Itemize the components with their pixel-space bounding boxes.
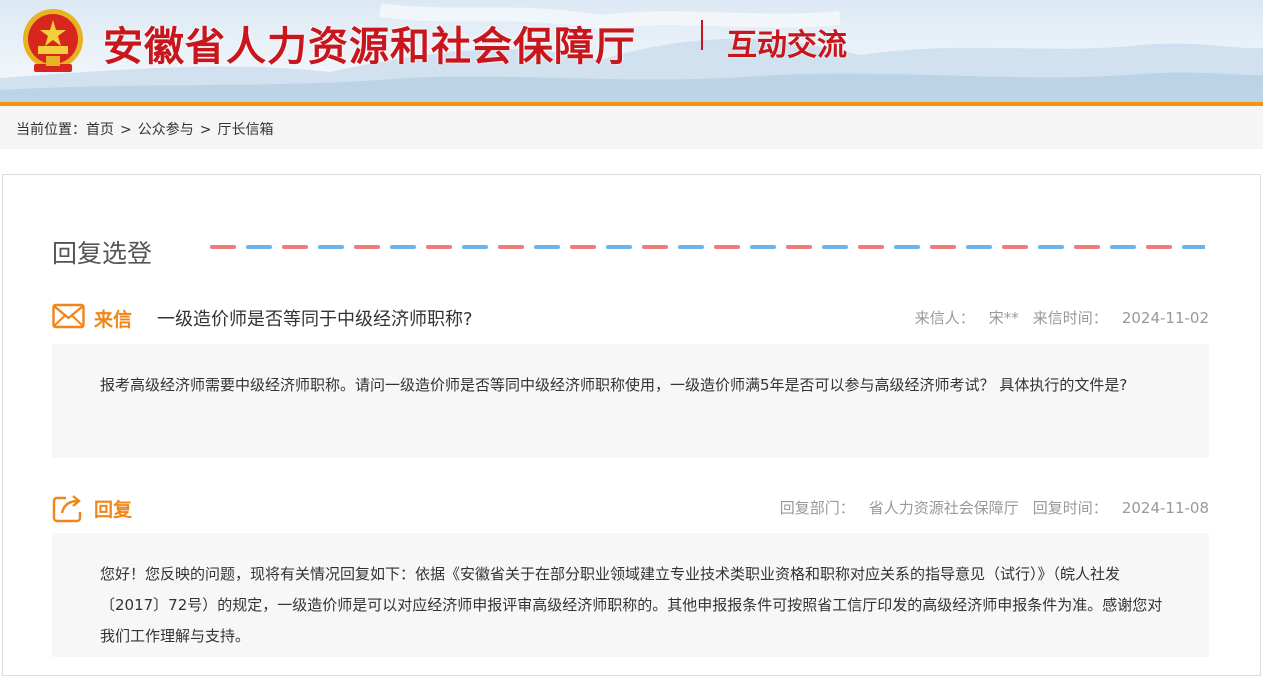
breadcrumb-separator: >: [199, 122, 212, 138]
letter-date-label: 来信时间：: [1032, 309, 1108, 327]
reply-body: 您好！您反映的问题，现将有关情况回复如下：依据《安徽省关于在部分职业领域建立专业…: [100, 565, 1163, 645]
reply-date: 2024-11-08: [1121, 499, 1209, 517]
section-title: 互动交流: [727, 28, 847, 63]
letter-body-box: 报考高级经济师需要中级经济师职称。请问一级造价师是否等同中级经济师职称使用，一级…: [52, 344, 1209, 458]
reply-date-label: 回复时间：: [1032, 499, 1108, 517]
breadcrumb: 当前位置：首页 > 公众参与 > 厅长信箱: [0, 106, 1263, 149]
breadcrumb-prefix: 当前位置：: [16, 122, 86, 138]
envelope-icon: [52, 303, 85, 329]
title-divider: [701, 20, 703, 50]
site-title: 安徽省人力资源和社会保障厅: [103, 24, 636, 70]
letter-body: 报考高级经济师需要中级经济师职称。请问一级造价师是否等同中级经济师职称使用，一级…: [100, 376, 1128, 394]
airmail-dashed-divider: [210, 245, 1205, 249]
breadcrumb-home[interactable]: 首页: [86, 122, 114, 138]
sender-label: 来信人：: [914, 309, 975, 327]
reply-dept: 省人力资源社会保障厅: [868, 499, 1019, 517]
sender-name: 宋**: [988, 309, 1019, 327]
breadcrumb-public-participation[interactable]: 公众参与: [138, 122, 194, 138]
share-reply-icon: [52, 495, 82, 523]
letter-subject: 一级造价师是否等同于中级经济师职称?: [157, 309, 473, 330]
letter-meta: 来信人： 宋** 来信时间： 2024-11-02: [915, 307, 1209, 328]
reply-header: 回复 回复部门： 省人力资源社会保障厅 回复时间： 2024-11-08: [52, 493, 1209, 523]
letter-date: 2024-11-02: [1121, 309, 1209, 327]
national-emblem-icon: [23, 9, 83, 72]
reply-dept-label: 回复部门：: [779, 499, 855, 517]
reply-body-box: 您好！您反映的问题，现将有关情况回复如下：依据《安徽省关于在部分职业领域建立专业…: [52, 533, 1209, 657]
breadcrumb-separator: >: [120, 122, 132, 138]
page-heading: 回复选登: [52, 239, 153, 268]
reply-meta: 回复部门： 省人力资源社会保障厅 回复时间： 2024-11-08: [780, 497, 1209, 518]
site-header: 安徽省人力资源和社会保障厅 互动交流: [0, 0, 1263, 102]
letter-tag: 来信: [94, 309, 133, 331]
reply-tag: 回复: [94, 499, 133, 521]
letter-header: 来信 一级造价师是否等同于中级经济师职称? 来信人： 宋** 来信时间： 2024-1…: [52, 303, 1209, 333]
breadcrumb-director-mailbox[interactable]: 厅长信箱: [217, 122, 273, 138]
